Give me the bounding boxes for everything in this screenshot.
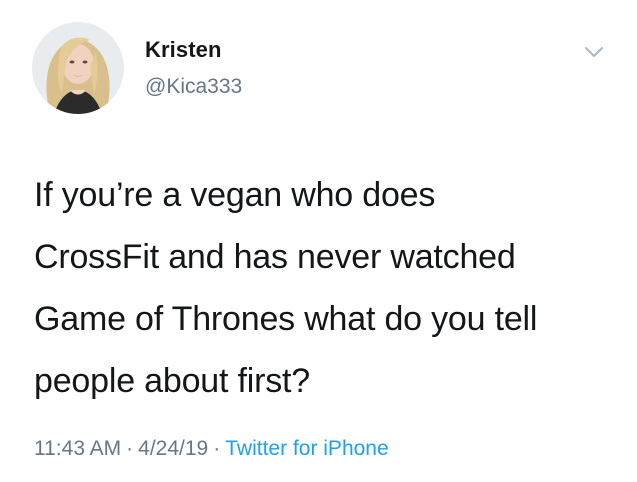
tweet-text-line: Game of Thrones what do you tell (34, 300, 538, 338)
tweet-text-line: people about first? (34, 362, 310, 400)
tweet-source-link[interactable]: Twitter for iPhone (225, 437, 388, 460)
tweet-card: Kristen @Kica333 If you’re a vegan who d… (0, 0, 637, 482)
author-handle[interactable]: @Kica333 (145, 75, 242, 99)
author-display-name[interactable]: Kristen (145, 37, 222, 63)
tweet-text-line: If you’re a vegan who does (34, 176, 436, 214)
tweet-text: If you’re a vegan who does CrossFit and … (34, 164, 619, 412)
avatar[interactable] (32, 22, 124, 114)
chevron-down-icon[interactable] (584, 45, 604, 59)
tweet-time[interactable]: 11:43 AM (34, 437, 121, 460)
tweet-text-line: CrossFit and has never watched (34, 238, 516, 276)
meta-separator: · (213, 437, 221, 460)
tweet-date[interactable]: 4/24/19 (138, 437, 208, 460)
meta-separator: · (126, 437, 134, 460)
tweet-metadata: 11:43 AM · 4/24/19 · Twitter for iPhone (34, 437, 389, 461)
